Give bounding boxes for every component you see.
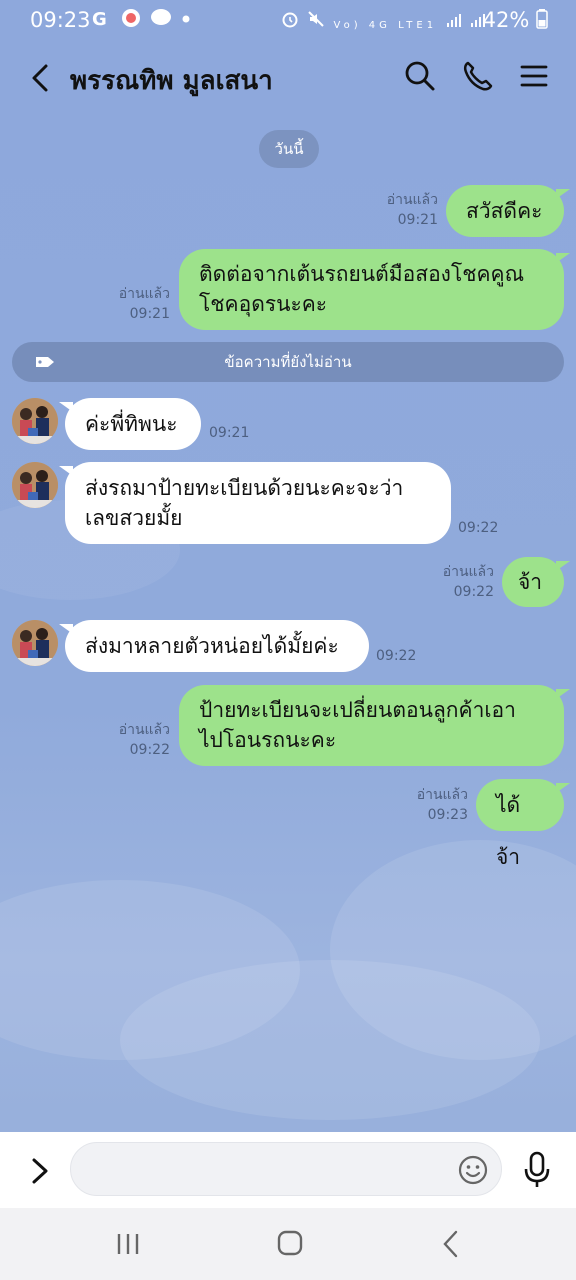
status-bar: 09:23 G Vo) 4G LTE1 42% [0, 0, 576, 40]
status-time: 09:23 [30, 8, 91, 32]
message-time: 09:22 [376, 648, 417, 664]
back-arrow-icon[interactable] [26, 58, 56, 98]
message-bubble[interactable]: จ้า [502, 557, 570, 607]
alarm-icon [282, 12, 298, 28]
battery-percent: 42% [482, 8, 530, 32]
unread-label: ข้อความที่ยังไม่อ่าน [224, 353, 352, 371]
phone-icon[interactable] [460, 58, 496, 94]
read-receipt: อ่านแล้ว [386, 192, 438, 208]
message-bubble[interactable]: ป้ายทะเบียนจะเปลี่ยนตอนลูกค้าเอา ไปโอนรถ… [179, 685, 570, 766]
read-receipt: อ่านแล้ว [416, 787, 468, 803]
message-text-line: โชคอุดรนะคะ [199, 292, 328, 316]
message-input[interactable] [89, 1155, 453, 1187]
chat-notification-icon [151, 9, 172, 25]
unread-divider: ข้อความที่ยังไม่อ่าน [12, 342, 564, 382]
chat-title: พรรณทิพ มูลเสนา [70, 66, 273, 96]
message-bubble[interactable]: ส่งรถมาป้ายทะเบียนด้วยนะคะจะว่า เลขสวยมั… [59, 462, 451, 544]
avatar[interactable] [12, 620, 58, 666]
recent-apps-icon[interactable] [108, 1228, 148, 1260]
back-nav-icon[interactable] [432, 1228, 472, 1260]
status-notification-icons: G [92, 8, 190, 30]
message-time: 09:22 [129, 742, 170, 758]
status-right-icons: Vo) 4G LTE1 [281, 10, 486, 32]
battery-icon [536, 9, 548, 29]
message-bubble[interactable]: ได้จ้า [476, 779, 570, 869]
system-navigation-bar [0, 1208, 576, 1280]
signal-icon [446, 14, 461, 27]
message-meta: อ่านแล้ว 09:22 [443, 562, 494, 602]
message-text-line: เลขสวยมั้ย [85, 506, 183, 530]
message-bubble[interactable]: สวัสดีคะ [446, 185, 570, 237]
microphone-icon[interactable] [522, 1150, 552, 1190]
message-text: ส่งมาหลายตัวหน่อยได้มั้ยค่ะ [85, 634, 339, 658]
dot-icon [182, 15, 190, 23]
message-meta: อ่านแล้ว 09:23 [417, 785, 468, 825]
read-receipt: อ่านแล้ว [442, 564, 494, 580]
message-time: 09:22 [458, 520, 499, 536]
message-text: จ้า [518, 570, 543, 594]
message-text-line: ป้ายทะเบียนจะเปลี่ยนตอนลูกค้าเอา [199, 698, 516, 722]
message-bubble[interactable]: ค่ะพี่ทิพนะ [59, 398, 201, 450]
profile-photo [12, 620, 58, 666]
message-time: 09:22 [453, 584, 494, 600]
emoji-icon[interactable] [457, 1154, 489, 1186]
avatar[interactable] [12, 398, 58, 444]
read-receipt: อ่านแล้ว [118, 722, 170, 738]
message-meta: อ่านแล้ว 09:21 [387, 190, 438, 230]
message-bubble[interactable]: ติดต่อจากเต้นรถยนต์มือสองโชคคูณ โชคอุดรน… [179, 249, 570, 330]
home-icon[interactable] [270, 1228, 310, 1260]
chat-header: พรรณทิพ มูลเสนา [0, 40, 576, 116]
date-separator: วันนี้ [259, 130, 319, 168]
message-time: 09:21 [129, 306, 170, 322]
chevron-right-icon[interactable] [28, 1154, 52, 1188]
avatar[interactable] [12, 462, 58, 508]
menu-icon[interactable] [516, 58, 552, 94]
message-time: 09:23 [427, 807, 468, 823]
message-composer [0, 1132, 576, 1208]
mute-icon [308, 11, 324, 27]
search-icon[interactable] [402, 58, 438, 94]
message-time: 09:21 [397, 212, 438, 228]
battery-indicator: 42% [483, 8, 548, 32]
profile-photo [12, 398, 58, 444]
message-bubble[interactable]: ส่งมาหลายตัวหน่อยได้มั้ยค่ะ [59, 620, 369, 672]
app-notification-icon [121, 9, 140, 27]
message-input-container[interactable] [70, 1142, 502, 1196]
message-text-line: ติดต่อจากเต้นรถยนต์มือสองโชคคูณ [199, 262, 525, 286]
chat-screen: 09:23 G Vo) 4G LTE1 42% พรรณทิพ มูลเสนา … [0, 0, 576, 1280]
read-receipt: อ่านแล้ว [118, 286, 170, 302]
message-text: สวัสดีคะ [466, 199, 543, 223]
message-time: 09:21 [209, 425, 250, 441]
profile-photo [12, 462, 58, 508]
network-label: Vo) 4G LTE1 [333, 20, 438, 31]
message-meta: อ่านแล้ว 09:21 [119, 284, 170, 324]
message-text-line: ไปโอนรถนะคะ [199, 728, 337, 752]
google-icon: G [92, 9, 111, 30]
message-text: ได้จ้า [496, 793, 521, 869]
message-meta: อ่านแล้ว 09:22 [119, 720, 170, 760]
message-text: ค่ะพี่ทิพนะ [85, 412, 178, 436]
message-text-line: ส่งรถมาป้ายทะเบียนด้วยนะคะจะว่า [85, 476, 404, 500]
cloud-decoration [120, 960, 540, 1120]
tag-icon [36, 357, 54, 367]
